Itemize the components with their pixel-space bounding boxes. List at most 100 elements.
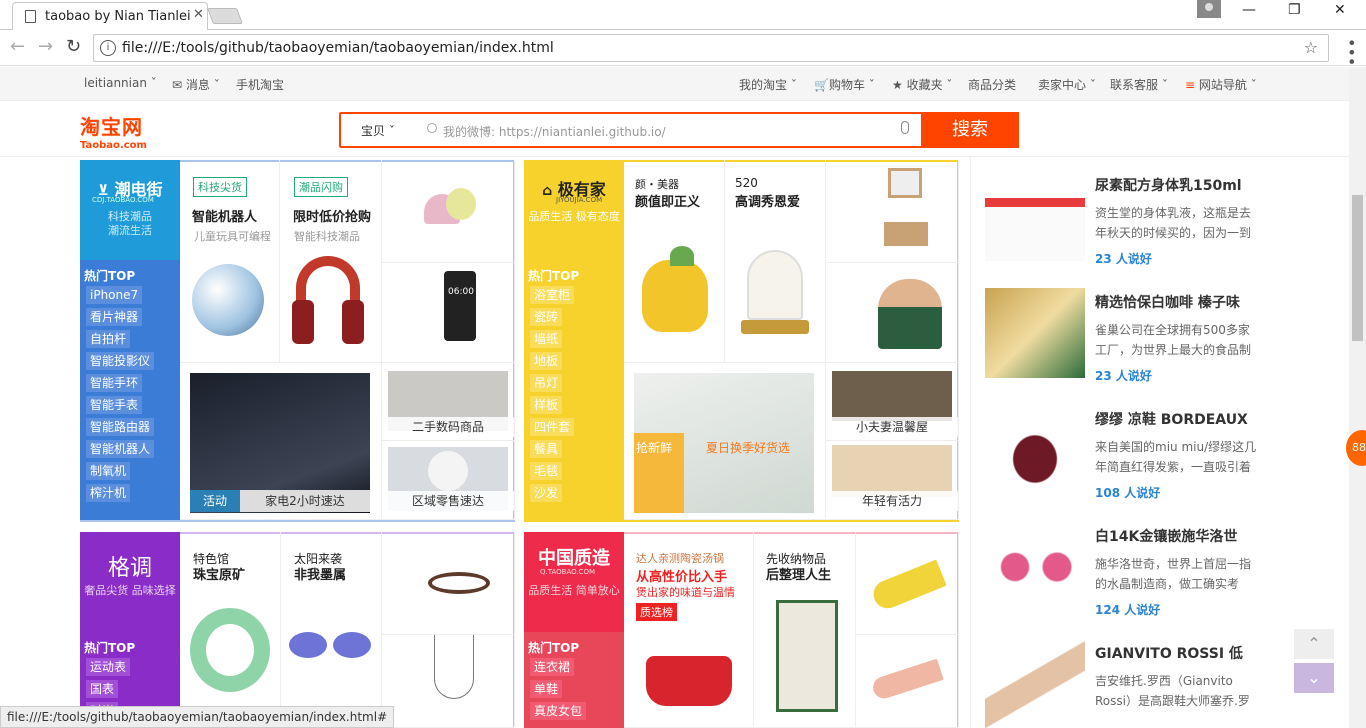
product-card-cabinet[interactable]	[826, 160, 959, 263]
cart-link[interactable]: 🛒购物车 ˇ	[814, 76, 875, 93]
hot-chip[interactable]: 智能机器人	[86, 440, 155, 458]
recommend-item[interactable]: 尿素配方身体乳150ml 资生堂的身体乳液，这瓶是去年秋天的时候买的，因为一到 23…	[971, 157, 1271, 274]
hot-chip[interactable]: 单鞋	[530, 680, 563, 698]
hot-chip[interactable]: 国表	[86, 680, 119, 698]
product-card-wardrobe[interactable]: 先收纳物品 后整理人生	[754, 532, 856, 728]
product-card-phone[interactable]: 06:00	[382, 263, 515, 363]
hot-chip[interactable]: 四件套	[530, 418, 575, 436]
info-icon[interactable]: i	[100, 40, 116, 56]
product-card-sunglasses[interactable]: 太阳来袭 非我墨属	[281, 532, 382, 728]
hot-chip[interactable]: 看片神器	[86, 308, 143, 326]
user-link[interactable]: leitiannian ˇ	[84, 76, 157, 90]
card-title: 珠宝原矿	[193, 568, 246, 583]
url-text[interactable]: file:///E:/tools/github/taobaoyemian/tao…	[122, 40, 554, 56]
banner-summer[interactable]: 抢新鲜 夏日换季好货选	[624, 363, 826, 520]
menu-kebab-icon[interactable]: •••	[1342, 38, 1361, 66]
recommend-item[interactable]: 缪缪 凉鞋 BORDEAUX 来自美国的miu miu/缪缪这几年简直红得发紫，一…	[971, 391, 1271, 508]
minimize-icon[interactable]: —	[1242, 2, 1256, 18]
brand-name[interactable]: 格调	[80, 550, 180, 582]
hot-chip[interactable]: 自拍杆	[86, 330, 131, 348]
hot-chip[interactable]: 榨汁机	[86, 484, 131, 502]
close-window-icon[interactable]: ✕	[1334, 2, 1346, 18]
hot-chip[interactable]: 智能路由器	[86, 418, 155, 436]
reload-icon[interactable]: ↻	[66, 36, 81, 57]
page-icon	[25, 10, 36, 23]
card-regional-retail[interactable]: 区域零售速达	[382, 441, 515, 520]
phone-time: 06:00	[448, 287, 474, 297]
recommend-item[interactable]: GIANVITO ROSSI 低吉安维托.罗西（Gianvito Rossi）是…	[971, 625, 1271, 728]
product-card-heels-yellow[interactable]	[856, 532, 959, 635]
address-bar[interactable]: i file:///E:/tools/github/taobaoyemian/t…	[93, 34, 1329, 62]
scroll-up-button[interactable]: ⌃	[1294, 629, 1334, 659]
banner-home-appliance[interactable]: 活动 家电2小时速达	[180, 363, 382, 520]
recommend-item[interactable]: 白14K金镶嵌施华洛世 施华洛世奇，世界上首屈一指的水晶制造商，做工确实考 124 …	[971, 508, 1271, 625]
new-tab-button[interactable]	[207, 8, 243, 24]
product-card-headphones[interactable]: 潮品闪购 限时低价抢购 智能科技潮品	[280, 160, 382, 363]
scrollbar-thumb[interactable]	[1352, 195, 1363, 341]
hot-chip[interactable]: 餐具	[530, 440, 563, 458]
hot-chip[interactable]: 浴室柜	[530, 286, 575, 304]
card-secondhand-digital[interactable]: 二手数码商品	[382, 363, 515, 441]
hot-chip[interactable]: 地板	[530, 352, 563, 370]
messages-link[interactable]: ✉ 消息 ˇ	[172, 76, 220, 93]
hot-chip[interactable]: 制氧机	[86, 462, 131, 480]
bookmark-star-icon[interactable]: ☆	[1304, 38, 1318, 57]
hot-chip[interactable]: 智能投影仪	[86, 352, 155, 370]
seller-center-link[interactable]: 卖家中心 ˇ	[1038, 76, 1096, 93]
brand-name[interactable]: 中国质造	[524, 544, 624, 570]
product-card-robot[interactable]: 科技尖货 智能机器人 儿童玩具可编程	[180, 160, 280, 363]
product-card-giraffe[interactable]: 颜・美器 颜值即正义	[624, 160, 725, 363]
like-count[interactable]: 23 人说好	[1095, 367, 1152, 384]
back-icon[interactable]: ←	[10, 36, 25, 57]
product-card-jade[interactable]: 特色馆 珠宝原矿	[180, 532, 281, 728]
recommend-item[interactable]: 精选恰保白咖啡 榛子味 雀巢公司在全球拥有500多家工厂，为世界上最大的食品制 23…	[971, 274, 1271, 391]
block-jiyoujia: ⌂ 极有家 JIYOUJIA.COM 品质生活 极有态度 热门TOP 浴室柜 瓷砖…	[524, 160, 959, 522]
product-card-bracelet[interactable]	[382, 532, 515, 635]
customer-service-link[interactable]: 联系客服 ˇ	[1110, 76, 1168, 93]
product-card-necklace[interactable]	[382, 635, 515, 728]
hot-chip[interactable]: iPhone7	[86, 286, 143, 304]
close-tab-icon[interactable]: ✕	[193, 7, 204, 22]
like-count[interactable]: 23 人说好	[1095, 250, 1152, 267]
hot-chip[interactable]: 吊灯	[530, 374, 563, 392]
product-card-pot[interactable]: 达人亲测陶瓷汤锅 从高性价比入手 煲出家的味道与温情 质选榜	[624, 532, 754, 728]
hot-chip[interactable]: 智能手环	[86, 374, 143, 392]
product-card-heels-pink[interactable]	[856, 635, 959, 728]
scroll-down-button[interactable]: ⌄	[1294, 663, 1334, 693]
card-young-energy[interactable]: 年轻有活力	[826, 441, 959, 520]
product-card-man[interactable]	[826, 263, 959, 363]
hot-chip[interactable]: 运动表	[86, 658, 131, 676]
page-scrollbar[interactable]	[1349, 67, 1366, 728]
profile-icon[interactable]	[1197, 0, 1221, 18]
hot-chip[interactable]: 连衣裙	[530, 658, 575, 676]
like-count[interactable]: 108 人说好	[1095, 484, 1160, 501]
restore-icon[interactable]: ❐	[1288, 2, 1301, 18]
site-nav-link[interactable]: ≡ 网站导航 ˇ	[1185, 76, 1257, 93]
like-count[interactable]: 124 人说好	[1095, 601, 1160, 618]
product-desc: 吉安维托.罗西（Gianvito Rossi）是高跟鞋大师塞乔.罗西	[1095, 674, 1250, 708]
hot-chip[interactable]: 智能手表	[86, 396, 143, 414]
product-thumbnail	[985, 288, 1085, 378]
hot-chip[interactable]: 毛毯	[530, 462, 563, 480]
hot-chip[interactable]: 瓷砖	[530, 308, 563, 326]
taobao-logo[interactable]: 淘宝网 Taobao.com	[80, 111, 147, 151]
forward-icon[interactable]: →	[38, 36, 53, 57]
hot-chip[interactable]: 真皮女包	[530, 702, 587, 720]
hot-chip[interactable]: 样板	[530, 396, 563, 414]
categories-link[interactable]: 商品分类	[968, 76, 1016, 93]
microphone-icon[interactable]	[901, 121, 909, 134]
mobile-taobao-link[interactable]: 手机淘宝	[236, 76, 284, 93]
browser-tab[interactable]: taobao by Nian Tianlei ✕	[12, 2, 208, 30]
favorites-link[interactable]: ★ 收藏夹 ˇ	[892, 76, 952, 93]
product-card-speakers[interactable]	[382, 160, 515, 263]
card-couple-home[interactable]: 小夫妻温馨屋	[826, 363, 959, 441]
card-badge: 科技尖货	[193, 177, 247, 197]
search-button[interactable]: 搜索	[921, 112, 1019, 148]
product-title: GIANVITO ROSSI 低	[1095, 646, 1243, 662]
my-taobao-link[interactable]: 我的淘宝 ˇ	[739, 76, 797, 93]
hot-chip[interactable]: 沙发	[530, 484, 563, 502]
search-type-select[interactable]: 宝贝 ˇ	[347, 119, 415, 143]
product-card-rose-dome[interactable]: 520 高调秀恩爱	[725, 160, 826, 363]
hot-chip[interactable]: 墙纸	[530, 330, 563, 348]
search-input[interactable]: 我的微博: https://niantianlei.github.io/	[443, 123, 666, 140]
